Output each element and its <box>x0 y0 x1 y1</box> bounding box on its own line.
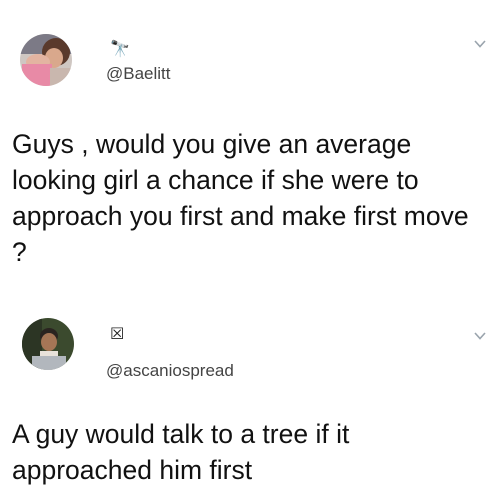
tweet-text: Guys , would you give an average looking… <box>12 129 469 267</box>
display-name: 🔭 <box>110 41 130 58</box>
avatar[interactable] <box>20 34 72 86</box>
chevron-down-icon[interactable] <box>474 38 486 50</box>
display-name: ☒ <box>110 326 125 343</box>
user-photo-avatar-icon <box>20 34 72 86</box>
user-handle[interactable]: @Baelitt <box>106 64 171 84</box>
user-handle[interactable]: @ascaniospread <box>106 361 234 381</box>
avatar[interactable] <box>22 318 74 370</box>
tweet-reply: ☒ @ascaniospread A guy would talk to a t… <box>0 300 500 500</box>
tweet-text: A guy would talk to a tree if it approac… <box>12 419 350 485</box>
chevron-down-icon[interactable] <box>474 330 486 342</box>
tweet-original: 🔭 @Baelitt Guys , would you give an aver… <box>0 0 500 300</box>
user-photo-avatar-icon <box>22 318 74 370</box>
